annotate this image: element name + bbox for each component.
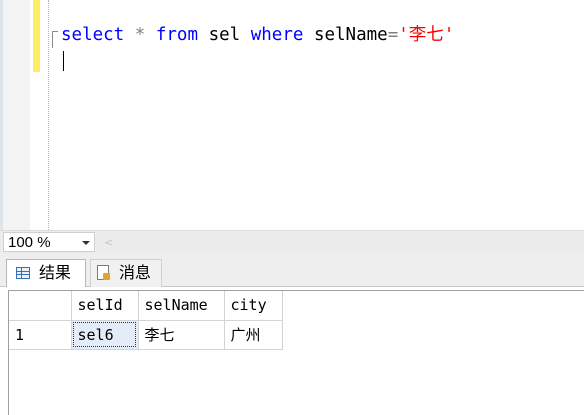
tab-messages-label: 消息 [119,263,152,282]
zoom-bar: 100 % < [0,230,584,254]
results-pane: selId selName city 1 sel6 李七 广州 [0,287,584,415]
text-caret [63,51,64,71]
keyword-where: where [250,25,304,45]
messages-icon [97,265,110,280]
outline-guide [48,0,49,230]
operator-star: * [134,25,146,45]
column-header-city[interactable]: city [224,291,283,321]
grid-header-row: selId selName city [9,291,283,321]
change-tracking-bar [33,0,40,72]
outline-bracket [52,31,58,48]
row-number[interactable]: 1 [9,320,72,350]
table-name: sel [208,25,241,45]
indicator-margin [3,0,30,230]
keyword-select: select [61,25,125,45]
cell-selId[interactable]: sel6 [71,320,139,350]
results-grid-icon [16,267,30,279]
query-editor[interactable]: select * from sel where selName='李七' [0,0,584,230]
column-header-selId[interactable]: selId [71,291,139,321]
row-header-corner[interactable] [9,291,72,321]
string-literal: '李七' [398,25,455,45]
scroll-left-arrow-icon[interactable]: < [104,237,113,249]
tab-messages[interactable]: 消息 [90,259,162,287]
tab-results[interactable]: 结果 [6,259,86,287]
results-grid: selId selName city 1 sel6 李七 广州 [9,291,283,350]
results-tabs: 结果 消息 [0,254,584,287]
column-header-selName[interactable]: selName [138,291,225,321]
code-line-1[interactable]: select * from sel where selName='李七' [61,24,454,46]
zoom-dropdown[interactable]: 100 % [3,232,95,252]
cell-city[interactable]: 广州 [224,320,283,350]
tab-results-label: 结果 [39,263,72,282]
column-name: selName [313,25,388,45]
operator-equals: = [387,25,399,45]
cell-selName[interactable]: 李七 [138,320,225,350]
table-row: 1 sel6 李七 广州 [9,320,283,350]
zoom-value: 100 % [8,234,51,251]
chevron-down-icon [82,241,90,245]
keyword-from: from [155,25,199,45]
